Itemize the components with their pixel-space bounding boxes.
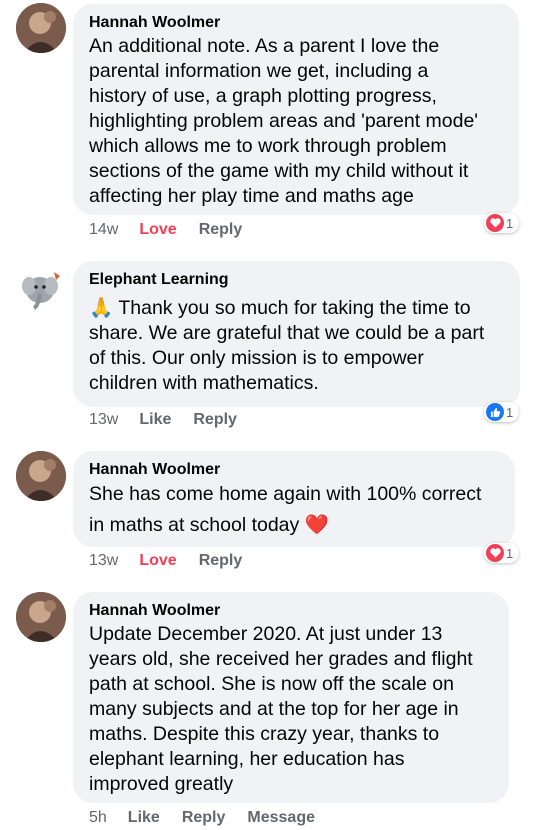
comment-line: elephant learning, her education has	[89, 748, 405, 770]
thumbs-up-icon	[486, 403, 504, 421]
comment-line: many subjects and at the top for her age…	[89, 698, 459, 720]
comment-actions: 5h Like Reply Message	[89, 808, 337, 828]
heart-icon	[486, 544, 504, 562]
comment-line: of this. Our only mission is to empower	[89, 347, 424, 369]
reaction-count: 1	[506, 545, 514, 561]
reaction-badge[interactable]: 1	[484, 213, 520, 233]
avatar[interactable]	[16, 262, 66, 312]
love-button[interactable]: Love	[139, 220, 176, 240]
comment-actions: 13w Love Reply	[89, 551, 264, 571]
comment-text: Update December 2020. At just under 13 y…	[89, 622, 493, 797]
comment-bubble: Hannah Woolmer An additional note. As a …	[73, 4, 519, 215]
timestamp[interactable]: 14w	[89, 220, 118, 240]
comment-line: highlighting problem areas and 'parent m…	[89, 110, 479, 132]
comment-line: sections of the game with my child witho…	[89, 160, 469, 182]
comment-text: An additional note. As a parent I love t…	[89, 34, 503, 209]
timestamp[interactable]: 5h	[89, 808, 107, 828]
comment-line: Update December 2020. At just under 13	[89, 623, 443, 645]
comment-bubble: Hannah Woolmer Update December 2020. At …	[73, 592, 509, 803]
timestamp[interactable]: 13w	[89, 410, 118, 430]
comment-line: improved greatly	[89, 773, 234, 795]
comment-line: history of use, a graph plotting progres…	[89, 85, 437, 107]
comment-line: years old, she received her grades and f…	[89, 648, 473, 670]
comment-line: path at school. She is now off the scale…	[89, 673, 454, 695]
avatar[interactable]	[16, 592, 66, 642]
comment-line: An additional note. As a parent I love t…	[89, 35, 440, 57]
reaction-badge[interactable]: 1	[484, 543, 520, 563]
comment-actions: 13w Like Reply	[89, 410, 259, 430]
comment-line: share. We are grateful that we could be …	[89, 322, 485, 344]
avatar[interactable]	[16, 451, 66, 501]
comment-line: children with mathematics.	[89, 372, 319, 394]
comment-actions: 14w Love Reply	[89, 220, 264, 240]
comment-line: parental information we get, including a	[89, 60, 429, 82]
like-button[interactable]: Like	[139, 410, 171, 430]
reply-button[interactable]: Reply	[182, 808, 226, 828]
comment-line: She has come home again with 100% correc…	[89, 483, 482, 505]
comment-bubble: Hannah Woolmer She has come home again w…	[73, 451, 515, 547]
reply-button[interactable]: Reply	[199, 220, 243, 240]
comment-line: which allows me to work through problem	[89, 135, 447, 157]
comment-line: affecting her play time and maths age	[89, 185, 414, 207]
comment-text: She has come home again with 100% correc…	[89, 479, 499, 541]
comment-line: 🙏 Thank you so much for taking the time …	[89, 297, 471, 319]
comment-author[interactable]: Hannah Woolmer	[89, 460, 499, 480]
comment-line: in maths at school today ❤️	[89, 514, 329, 536]
reply-button[interactable]: Reply	[199, 551, 243, 571]
reaction-count: 1	[506, 404, 514, 420]
like-button[interactable]: Like	[128, 808, 160, 828]
comment-author[interactable]: Hannah Woolmer	[89, 13, 503, 33]
heart-icon	[486, 214, 504, 232]
reaction-count: 1	[506, 215, 514, 231]
reaction-badge[interactable]: 1	[484, 402, 520, 422]
comment-line: maths. Despite this crazy year, thanks t…	[89, 723, 440, 745]
timestamp[interactable]: 13w	[89, 551, 118, 571]
avatar[interactable]	[16, 3, 66, 53]
comment-bubble: Elephant Learning 🙏 Thank you so much fo…	[73, 261, 520, 407]
reply-button[interactable]: Reply	[193, 410, 237, 430]
comment-author[interactable]: Elephant Learning	[89, 270, 504, 290]
love-button[interactable]: Love	[139, 551, 176, 571]
comment-author[interactable]: Hannah Woolmer	[89, 601, 493, 621]
message-button[interactable]: Message	[247, 808, 315, 828]
comment-text: 🙏 Thank you so much for taking the time …	[89, 296, 504, 396]
